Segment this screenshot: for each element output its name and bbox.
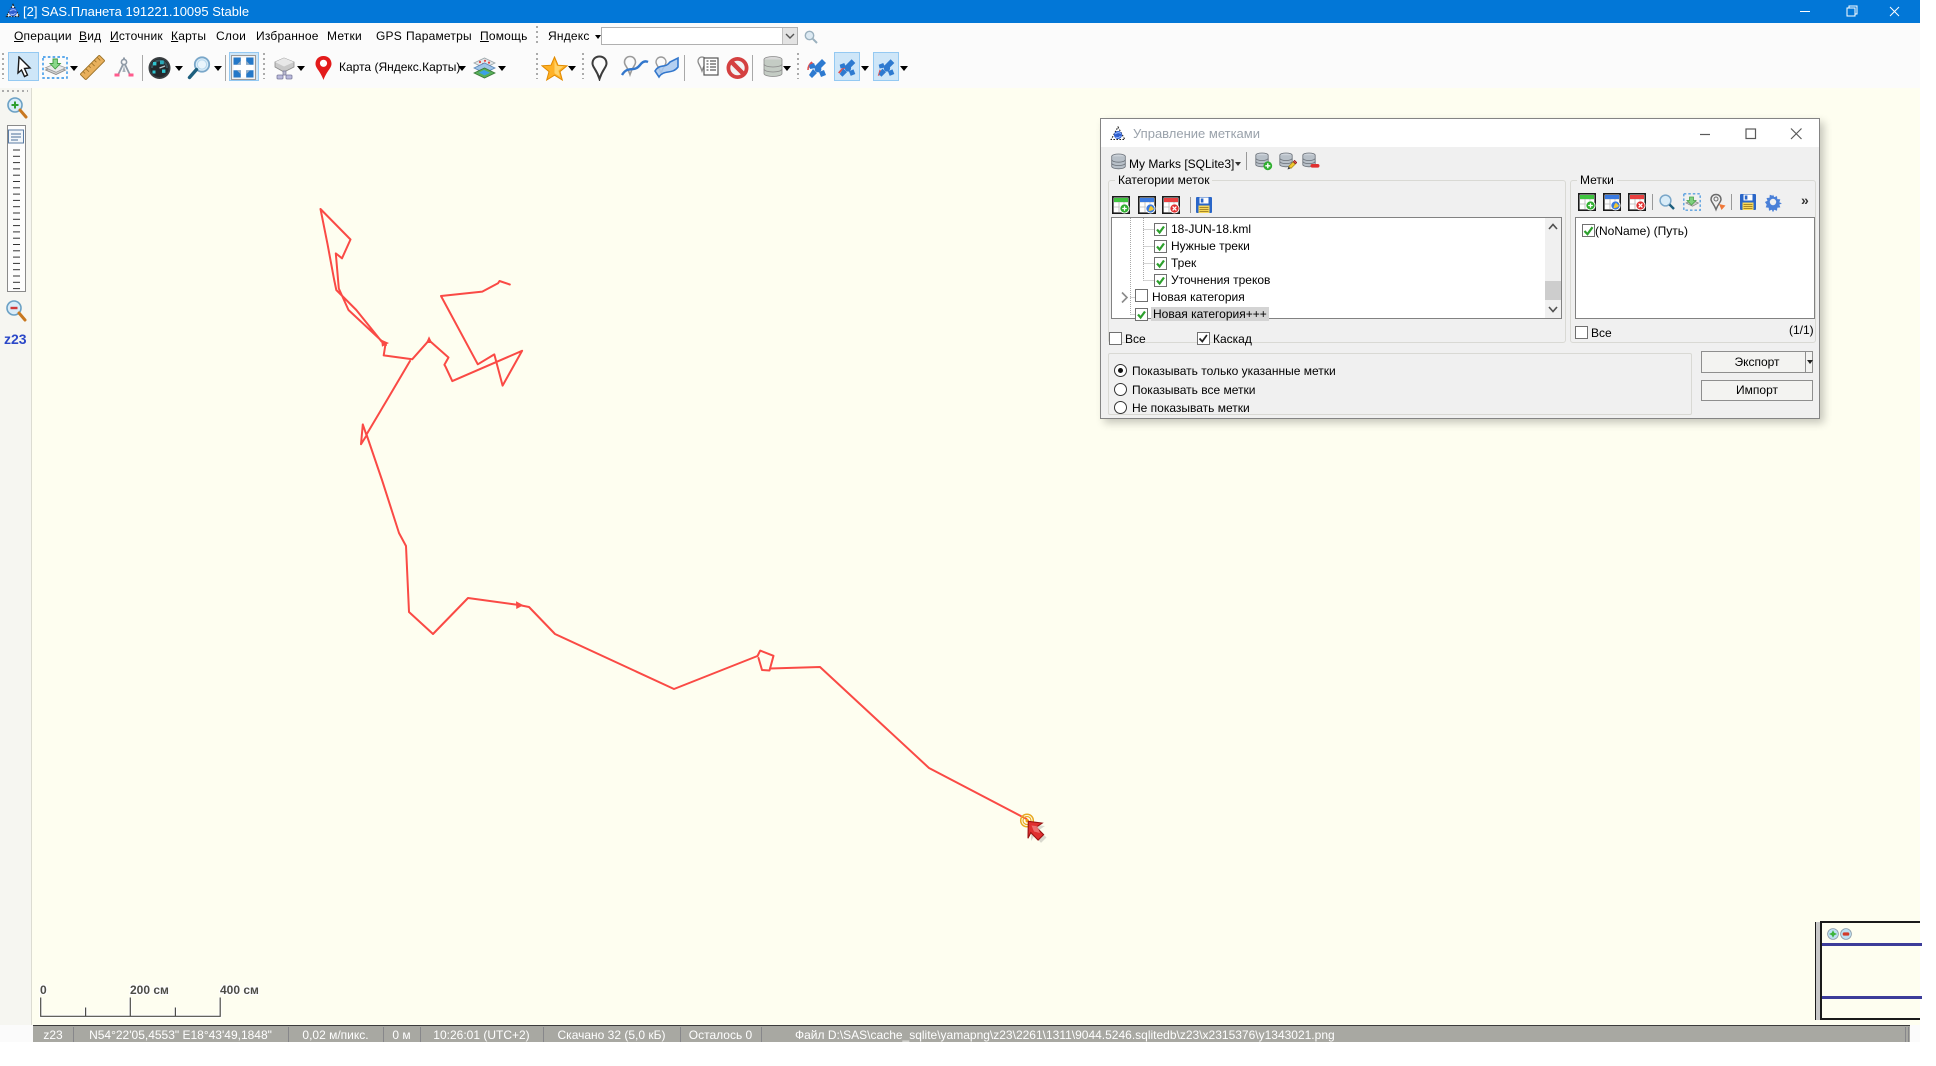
svg-text:200 см: 200 см: [130, 983, 169, 997]
svg-text:0: 0: [40, 983, 47, 997]
svg-text:400 см: 400 см: [220, 983, 259, 997]
